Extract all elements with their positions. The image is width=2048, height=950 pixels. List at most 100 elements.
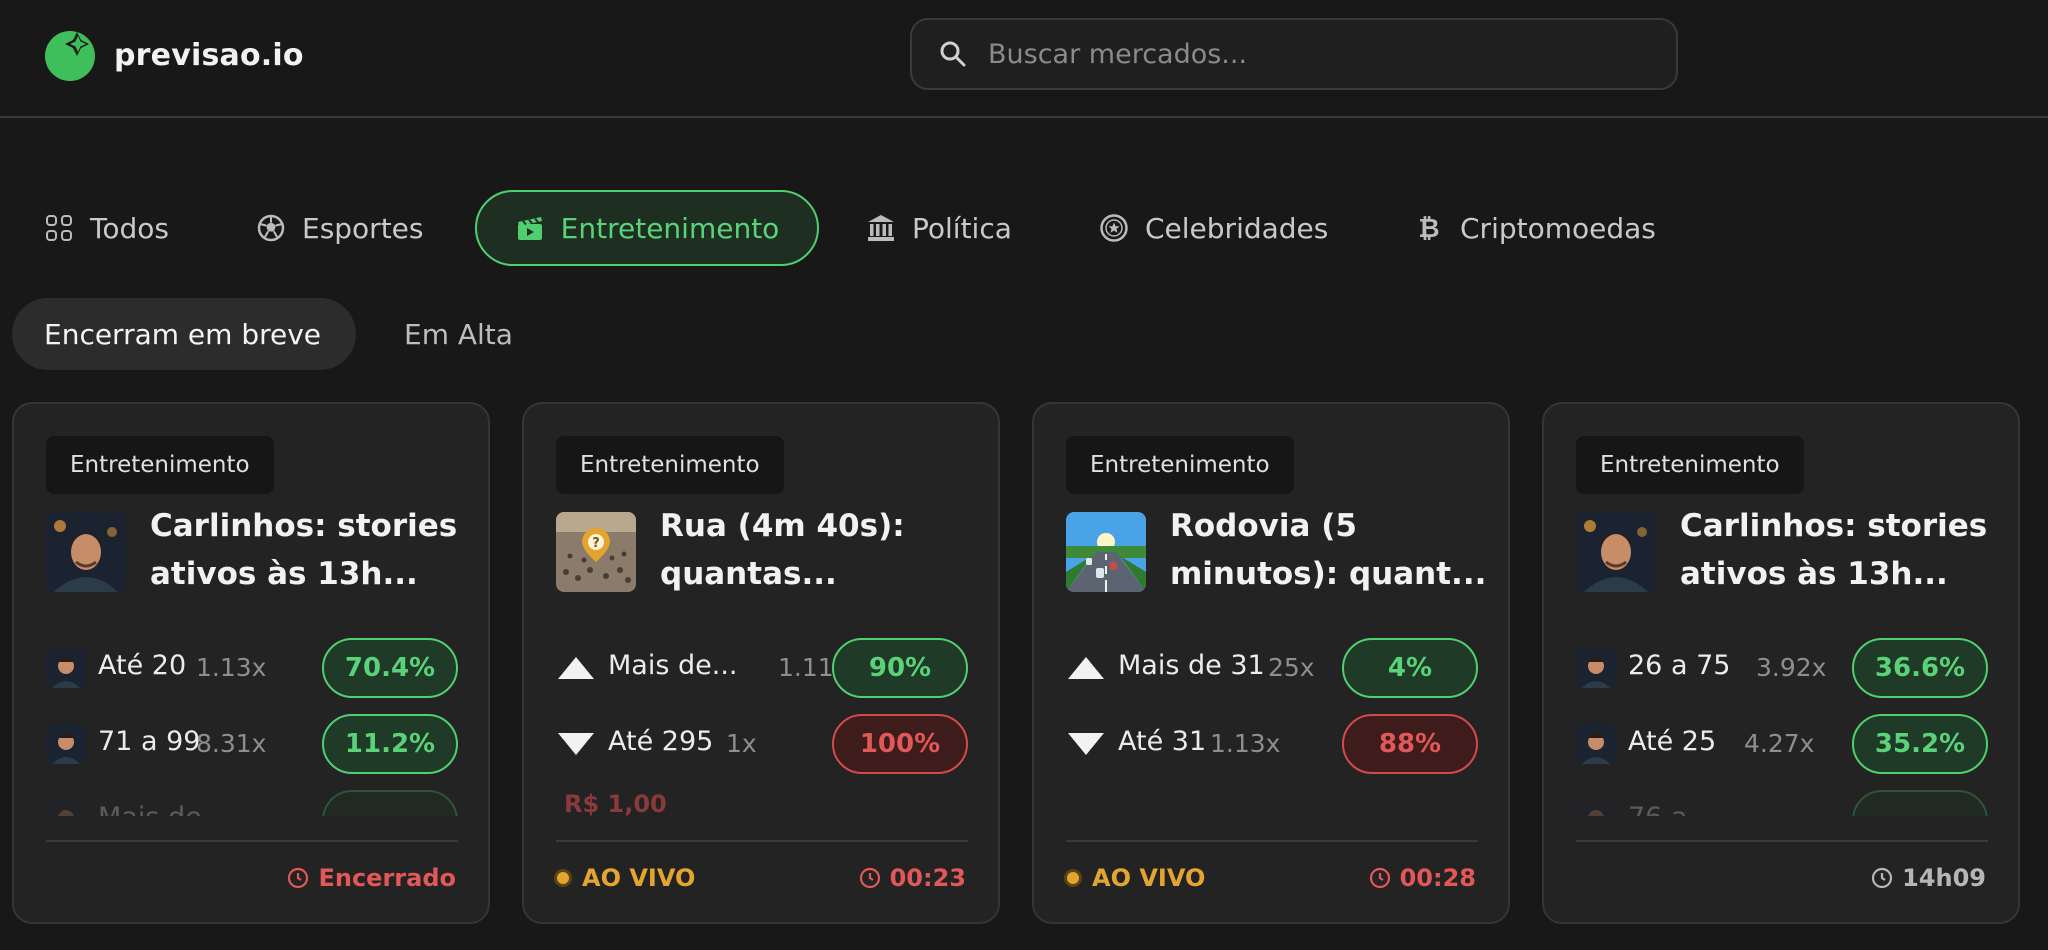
option-percent-button[interactable]: [322, 790, 458, 816]
category-label: Entretenimento: [560, 211, 780, 245]
filter-em-alta[interactable]: Em Alta: [404, 298, 513, 370]
category-badge: Entretenimento: [46, 436, 274, 494]
category-badge: Entretenimento: [1576, 436, 1804, 494]
time-text: Encerrado: [318, 864, 456, 892]
live-dot-icon: [1064, 869, 1082, 887]
person-avatar-image: [46, 512, 126, 592]
person-avatar-icon: [46, 800, 86, 816]
category-label: Celebridades: [1145, 211, 1329, 245]
category-label: Todos: [90, 211, 169, 245]
category-label: Criptomoedas: [1460, 211, 1656, 245]
category-celebridades[interactable]: Celebridades: [1099, 190, 1328, 266]
clock-icon: [1369, 867, 1390, 889]
option-percent-button[interactable]: 88%: [1342, 714, 1478, 774]
app-name: previsao.io: [114, 37, 304, 73]
grid-icon: [46, 215, 72, 241]
option-label: Mais de 31: [1118, 650, 1265, 681]
triangle-down-icon: [1066, 724, 1106, 764]
category-politica[interactable]: Política: [866, 190, 1012, 266]
logo-icon: [45, 31, 95, 81]
option-percent-button[interactable]: 36.6%: [1852, 638, 1988, 698]
government-building-icon: [868, 215, 894, 241]
highway-image: [1066, 512, 1146, 592]
person-avatar-icon: [1576, 648, 1616, 688]
category-esportes[interactable]: Esportes: [256, 190, 424, 266]
market-card[interactable]: Entretenimento Carlinhos: stories ativos…: [1542, 402, 2020, 924]
clock-icon: [859, 867, 880, 889]
category-todos[interactable]: Todos: [44, 190, 169, 266]
option-label: Até 20: [98, 650, 187, 681]
market-thumbnail: ?: [556, 512, 636, 592]
market-time: 00:23: [858, 858, 966, 898]
option-label: Mais de ...: [98, 802, 236, 816]
card-divider: [46, 840, 458, 842]
market-option[interactable]: Até 295 1x 100%: [556, 714, 968, 774]
clock-icon: [1872, 867, 1893, 889]
bitcoin-icon: ₿: [1418, 214, 1439, 243]
market-option[interactable]: 76 a ...: [1576, 790, 1988, 816]
time-text: 14h09: [1902, 864, 1986, 892]
market-thumbnail: [1576, 512, 1656, 592]
option-label: Até 295: [608, 726, 714, 757]
search-bar[interactable]: [910, 18, 1678, 90]
market-thumbnail: [1066, 512, 1146, 592]
option-label: Mais de...: [608, 650, 738, 681]
option-percent-button[interactable]: 70.4%: [322, 638, 458, 698]
star-badge-icon: [1100, 214, 1128, 242]
option-label: 76 a ...: [1628, 802, 1722, 816]
triangle-down-icon: [556, 724, 596, 764]
option-percent-button[interactable]: 100%: [832, 714, 968, 774]
category-tabs: Todos Esportes Entretenimento Política C…: [0, 190, 2048, 266]
market-title[interactable]: Rodovia (5 minutos): quant...: [1170, 502, 1490, 598]
option-percent-button[interactable]: 90%: [832, 638, 968, 698]
market-title[interactable]: Rua (4m 40s): quantas...: [660, 502, 980, 598]
logo[interactable]: previsao.io: [44, 28, 304, 82]
soccer-ball-icon: [257, 214, 285, 242]
market-option[interactable]: 26 a 75 3.92x 36.6%: [1576, 638, 1988, 698]
market-title[interactable]: Carlinhos: stories ativos às 13h...: [1680, 502, 2000, 598]
search-input[interactable]: [988, 38, 1628, 70]
option-percent-button[interactable]: 11.2%: [322, 714, 458, 774]
category-entretenimento[interactable]: Entretenimento: [475, 190, 819, 266]
market-option[interactable]: Mais de... 1.11x 90%: [556, 638, 968, 698]
clock-icon: [288, 867, 309, 889]
market-title[interactable]: Carlinhos: stories ativos às 13h...: [150, 502, 470, 598]
person-avatar-icon: [1576, 800, 1616, 816]
option-percent-button[interactable]: 4%: [1342, 638, 1478, 698]
market-card[interactable]: Entretenimento Carlinhos: stories ativos…: [12, 402, 490, 924]
market-time: 14h09: [1870, 858, 1986, 898]
clapperboard-icon: [517, 217, 542, 240]
live-status: AO VIVO: [1064, 858, 1205, 898]
market-options: Até 20 1.13x 70.4% 71 a 99 8.31x 11.2% M…: [46, 638, 458, 816]
card-divider: [556, 840, 968, 842]
triangle-up-icon: [556, 648, 596, 688]
market-time: 00:28: [1368, 858, 1476, 898]
market-option[interactable]: Até 25 4.27x 35.2%: [1576, 714, 1988, 774]
market-option[interactable]: Mais de ...: [46, 790, 458, 816]
market-option[interactable]: Mais de 31 25x 4%: [1066, 638, 1478, 698]
market-option[interactable]: Até 31 1.13x 88%: [1066, 714, 1478, 774]
market-thumbnail: [46, 512, 126, 592]
option-percent-button[interactable]: 35.2%: [1852, 714, 1988, 774]
category-label: Esportes: [302, 211, 424, 245]
category-criptomoedas[interactable]: ₿ Criptomoedas: [1414, 190, 1656, 266]
market-option[interactable]: Até 20 1.13x 70.4%: [46, 638, 458, 698]
market-option[interactable]: 71 a 99 8.31x 11.2%: [46, 714, 458, 774]
market-options: 26 a 75 3.92x 36.6% Até 25 4.27x 35.2% 7…: [1576, 638, 1988, 816]
svg-text:?: ?: [592, 536, 600, 551]
live-status: AO VIVO: [554, 858, 695, 898]
street-question-image: ?: [556, 512, 636, 592]
option-label: 71 a 99: [98, 726, 201, 757]
market-time: Encerrado: [286, 858, 456, 898]
market-card[interactable]: Entretenimento ? Rua (4m 40s): quantas..…: [522, 402, 1000, 924]
market-card[interactable]: Entretenimento Rodovia (5 minutos): quan…: [1032, 402, 1510, 924]
svg-text:₿: ₿: [1418, 214, 1439, 243]
card-divider: [1066, 840, 1478, 842]
search-icon: [940, 41, 966, 67]
category-label: Política: [912, 211, 1012, 245]
live-dot-icon: [554, 869, 572, 887]
stake-amount: R$ 1,00: [564, 790, 667, 818]
option-multiplier: 1x: [726, 729, 757, 758]
filter-encerram-em-breve[interactable]: Encerram em breve: [12, 298, 356, 370]
option-percent-button[interactable]: [1852, 790, 1988, 816]
